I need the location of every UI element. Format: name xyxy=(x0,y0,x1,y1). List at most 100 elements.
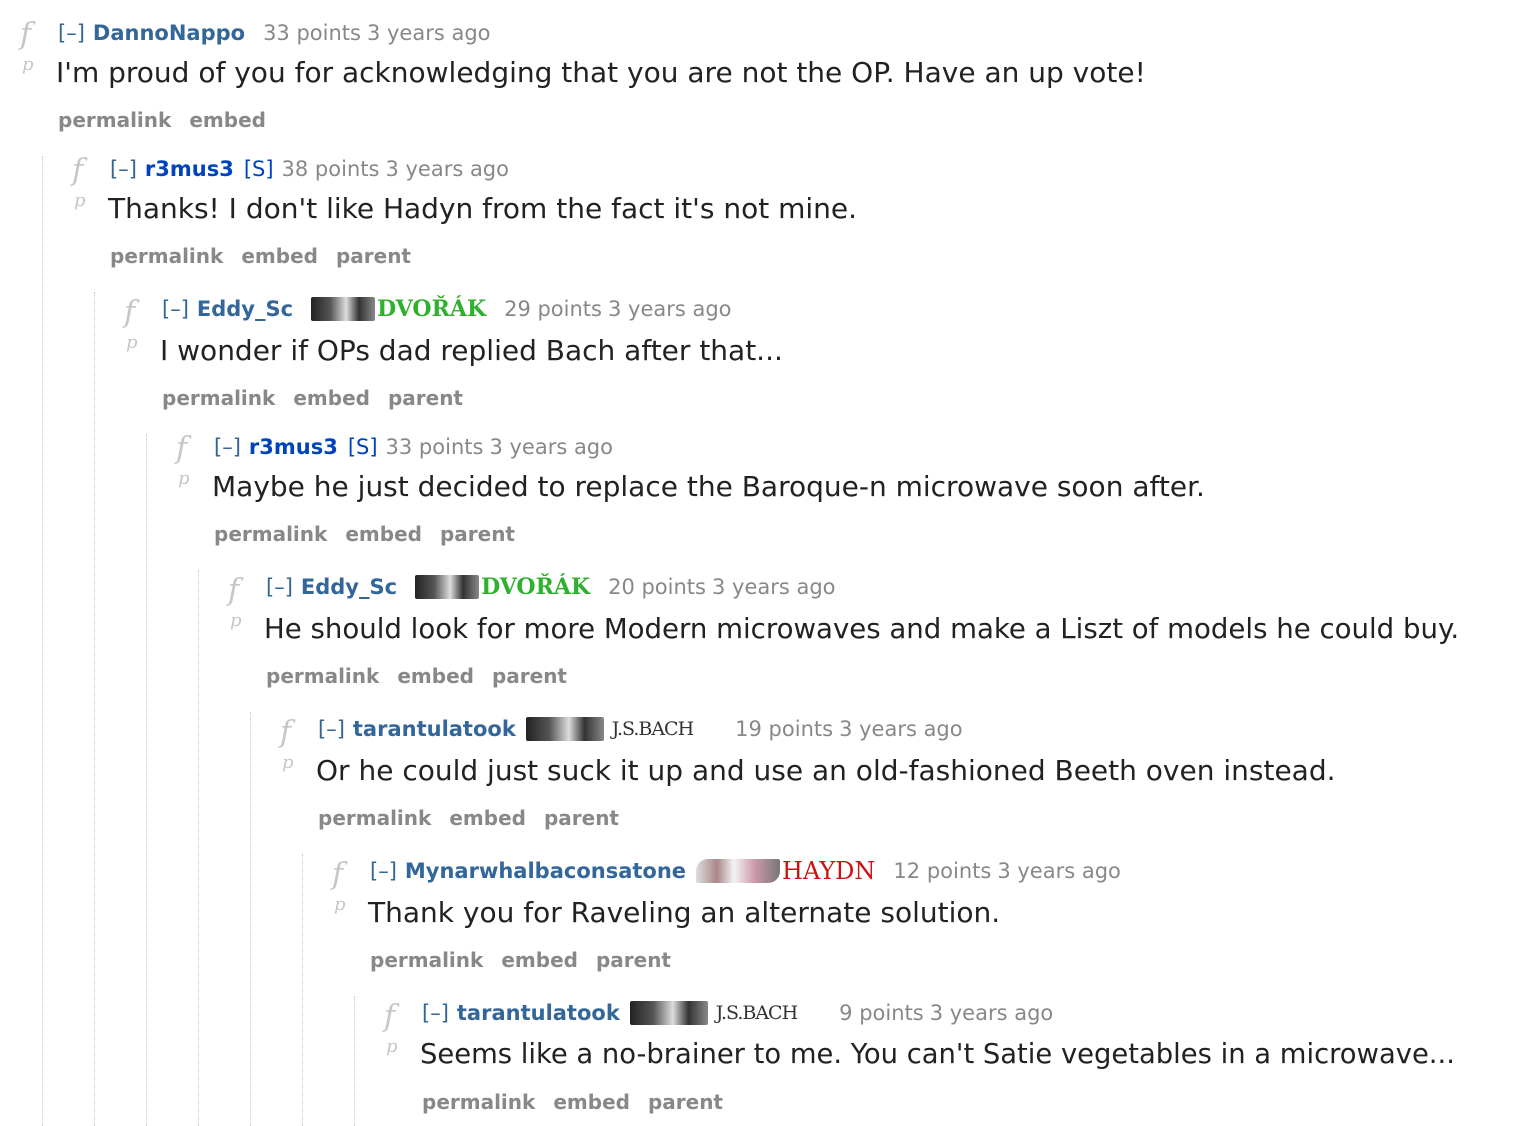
upvote-arrow-icon[interactable]: f xyxy=(176,434,187,464)
permalink-button[interactable]: permalink xyxy=(58,108,171,132)
author-link[interactable]: DannoNappo xyxy=(93,20,245,46)
parent-button[interactable]: parent xyxy=(492,664,567,688)
permalink-button[interactable]: permalink xyxy=(110,244,223,268)
score: 19 points xyxy=(735,717,834,741)
collapse-toggle[interactable]: [–] xyxy=(214,434,241,460)
embed-button[interactable]: embed xyxy=(449,806,526,830)
nest-line-7 xyxy=(354,996,355,1126)
submitter-badge[interactable]: [S] xyxy=(348,434,378,460)
embed-button[interactable]: embed xyxy=(293,386,370,410)
vote-arrows: f p xyxy=(168,434,198,510)
author-link[interactable]: r3mus3 xyxy=(145,156,234,182)
nest-line-3 xyxy=(146,434,147,1126)
flair-name: DVOŘÁK xyxy=(481,574,591,600)
upvote-arrow-icon[interactable]: f xyxy=(280,718,291,748)
timestamp: 3 years ago xyxy=(489,435,613,459)
embed-button[interactable]: embed xyxy=(241,244,318,268)
parent-button[interactable]: parent xyxy=(648,1090,723,1114)
flair-portrait-icon xyxy=(696,859,781,883)
nest-line-5 xyxy=(250,712,251,1126)
score: 38 points xyxy=(281,157,380,181)
vote-arrows: f p xyxy=(12,20,42,96)
parent-button[interactable]: parent xyxy=(440,522,515,546)
score: 29 points xyxy=(504,297,602,321)
collapse-toggle[interactable]: [–] xyxy=(266,574,293,600)
author-link[interactable]: tarantulatook xyxy=(353,716,516,742)
user-flair: DVOŘÁK xyxy=(415,574,590,600)
parent-button[interactable]: parent xyxy=(596,948,671,972)
parent-button[interactable]: parent xyxy=(336,244,411,268)
upvote-arrow-icon[interactable]: f xyxy=(228,576,239,606)
author-link[interactable]: r3mus3 xyxy=(249,434,338,460)
comment-body: Seems like a no-brainer to me. You can't… xyxy=(420,1039,1455,1070)
permalink-button[interactable]: permalink xyxy=(422,1090,535,1114)
vote-arrows: f p xyxy=(64,156,94,232)
comment-body: Thanks! I don't like Hadyn from the fact… xyxy=(108,192,857,225)
downvote-arrow-icon[interactable]: p xyxy=(282,754,294,772)
user-flair: J.S.BACH xyxy=(629,1000,821,1026)
downvote-arrow-icon[interactable]: p xyxy=(74,192,86,210)
permalink-button[interactable]: permalink xyxy=(370,948,483,972)
vote-arrows: f p xyxy=(272,718,302,794)
upvote-arrow-icon[interactable]: f xyxy=(20,20,31,50)
flair-portrait-icon xyxy=(311,297,376,321)
collapse-toggle[interactable]: [–] xyxy=(58,20,85,46)
nest-line-6 xyxy=(302,854,303,1126)
comment-buttons: permalink embed parent xyxy=(318,806,637,830)
comment-buttons: permalink embed parent xyxy=(214,522,533,546)
permalink-button[interactable]: permalink xyxy=(318,806,431,830)
comment-tagline: [–] Mynarwhalbaconsatone HAYDN 12 points… xyxy=(370,858,1121,884)
downvote-arrow-icon[interactable]: p xyxy=(22,56,34,74)
permalink-button[interactable]: permalink xyxy=(162,386,275,410)
comment-tagline: [–] Eddy_Sc DVOŘÁK 29 points 3 years ago xyxy=(162,296,732,322)
comment-body: Or he could just suck it up and use an o… xyxy=(316,754,1336,787)
score: 12 points xyxy=(893,859,992,883)
downvote-arrow-icon[interactable]: p xyxy=(230,612,242,630)
permalink-button[interactable]: permalink xyxy=(214,522,327,546)
flair-portrait-icon xyxy=(525,717,604,741)
comment-body: He should look for more Modern microwave… xyxy=(264,612,1460,645)
upvote-arrow-icon[interactable]: f xyxy=(384,1002,395,1032)
timestamp: 3 years ago xyxy=(929,1001,1054,1025)
comment-buttons: permalink embed xyxy=(58,108,284,132)
downvote-arrow-icon[interactable]: p xyxy=(386,1038,398,1056)
collapse-toggle[interactable]: [–] xyxy=(370,858,397,884)
user-flair: HAYDN xyxy=(696,858,875,884)
nest-line-2 xyxy=(94,292,95,1126)
upvote-arrow-icon[interactable]: f xyxy=(124,298,135,328)
author-link[interactable]: Eddy_Sc xyxy=(197,296,293,322)
permalink-button[interactable]: permalink xyxy=(266,664,379,688)
parent-button[interactable]: parent xyxy=(388,386,463,410)
comment-buttons: permalink embed parent xyxy=(110,244,429,268)
collapse-toggle[interactable]: [–] xyxy=(318,716,345,742)
collapse-toggle[interactable]: [–] xyxy=(422,1000,449,1026)
comment-buttons: permalink embed parent xyxy=(162,386,481,410)
embed-button[interactable]: embed xyxy=(189,108,266,132)
author-link[interactable]: Eddy_Sc xyxy=(301,574,397,600)
parent-button[interactable]: parent xyxy=(544,806,619,830)
author-link[interactable]: Mynarwhalbaconsatone xyxy=(405,858,686,884)
comment-tagline: [–] DannoNappo 33 points 3 years ago xyxy=(58,20,491,46)
flair-portrait-icon xyxy=(629,1001,708,1025)
timestamp: 3 years ago xyxy=(711,575,836,599)
embed-button[interactable]: embed xyxy=(397,664,474,688)
comment-body: Maybe he just decided to replace the Bar… xyxy=(212,470,1205,503)
collapse-toggle[interactable]: [–] xyxy=(162,296,189,322)
comment-body: I'm proud of you for acknowledging that … xyxy=(56,56,1146,89)
downvote-arrow-icon[interactable]: p xyxy=(334,896,346,914)
comment-tagline: [–] Eddy_Sc DVOŘÁK 20 points 3 years ago xyxy=(266,574,836,600)
downvote-arrow-icon[interactable]: p xyxy=(126,334,138,352)
embed-button[interactable]: embed xyxy=(345,522,422,546)
embed-button[interactable]: embed xyxy=(501,948,578,972)
vote-arrows: f p xyxy=(116,298,146,374)
collapse-toggle[interactable]: [–] xyxy=(110,156,137,182)
upvote-arrow-icon[interactable]: f xyxy=(332,860,343,890)
downvote-arrow-icon[interactable]: p xyxy=(178,470,190,488)
embed-button[interactable]: embed xyxy=(553,1090,630,1114)
flair-name: J.S.BACH xyxy=(611,718,694,740)
score: 33 points xyxy=(263,21,361,45)
upvote-arrow-icon[interactable]: f xyxy=(72,156,83,186)
user-flair: DVOŘÁK xyxy=(311,296,486,322)
author-link[interactable]: tarantulatook xyxy=(457,1000,620,1026)
submitter-badge[interactable]: [S] xyxy=(244,156,274,182)
